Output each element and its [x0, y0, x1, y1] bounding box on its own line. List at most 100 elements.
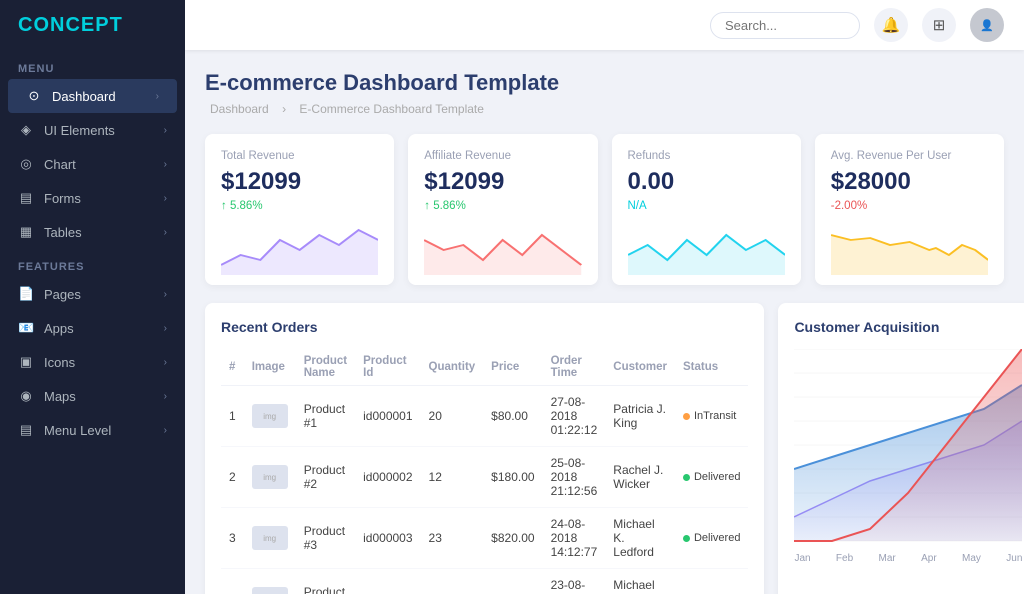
row-image: img [244, 386, 296, 447]
bottom-grid: Recent Orders #ImageProduct NameProduct … [205, 303, 1004, 594]
sidebar-item-label: Chart [44, 157, 76, 172]
user-avatar[interactable]: 👤 [970, 8, 1004, 42]
sidebar-item-ui-elements[interactable]: ◈ UI Elements › [0, 113, 185, 147]
sidebar-item-dashboard[interactable]: ⊙ Dashboard › [8, 79, 177, 113]
orders-table: #ImageProduct NameProduct IdQuantityPric… [221, 349, 748, 594]
col-header-product-name: Product Name [296, 349, 355, 386]
product-image: img [252, 587, 288, 594]
sidebar-icon: ▤ [18, 422, 34, 438]
sidebar-icon: ◎ [18, 156, 34, 172]
app-logo: CONCEPT [0, 0, 185, 51]
table-row: 2 img Product #2 id000002 12 $180.00 25-… [221, 447, 748, 508]
stat-change: N/A [628, 200, 785, 212]
acquisition-x-labels: JanFebMarAprMayJun [794, 553, 1022, 564]
status-dot [683, 413, 690, 420]
menu-section-label: MENU [0, 51, 185, 79]
stat-cards-grid: Total Revenue $12099 ↑ 5.86% Affiliate R… [205, 134, 1004, 285]
row-price: $80.00 [483, 386, 542, 447]
stat-value: $12099 [221, 168, 378, 196]
sidebar-item-label: UI Elements [44, 123, 115, 138]
sidebar-item-chart[interactable]: ◎ Chart › [0, 147, 185, 181]
chevron-icon: › [164, 323, 167, 334]
sidebar-icon: ◉ [18, 388, 34, 404]
sidebar-item-menu-level[interactable]: ▤ Menu Level › [0, 413, 185, 447]
stat-mini-chart [221, 220, 378, 275]
page-title: E-commerce Dashboard Template [205, 70, 1004, 96]
table-row: 3 img Product #3 id000003 23 $820.00 24-… [221, 508, 748, 569]
chevron-icon: › [164, 125, 167, 136]
chevron-icon: › [164, 227, 167, 238]
col-header-quantity: Quantity [421, 349, 484, 386]
stat-card-2: Refunds 0.00 N/A [612, 134, 801, 285]
sidebar-item-label: Apps [44, 321, 74, 336]
row-image: img [244, 508, 296, 569]
stat-value: 0.00 [628, 168, 785, 196]
status-dot [683, 535, 690, 542]
stat-card-1: Affiliate Revenue $12099 ↑ 5.86% [408, 134, 597, 285]
row-quantity: 34 [421, 569, 484, 594]
sidebar: CONCEPT MENU ⊙ Dashboard › ◈ UI Elements… [0, 0, 185, 594]
acquisition-title: Customer Acquisition [794, 319, 1022, 335]
sidebar-item-label: Icons [44, 355, 75, 370]
row-status: InTransit [675, 386, 748, 447]
sidebar-item-forms[interactable]: ▤ Forms › [0, 181, 185, 215]
row-product-id: id000002 [355, 447, 420, 508]
recent-orders-title: Recent Orders [221, 319, 748, 335]
chevron-icon: › [164, 193, 167, 204]
bell-icon: 🔔 [882, 16, 901, 34]
search-input[interactable] [710, 12, 860, 39]
sidebar-icon: ◈ [18, 122, 34, 138]
row-product-id: id000004 [355, 569, 420, 594]
topbar: 🔔 ⊞ 👤 [185, 0, 1024, 50]
status-text: InTransit [694, 410, 736, 422]
sidebar-item-pages[interactable]: 📄 Pages › [0, 277, 185, 311]
row-num: 2 [221, 447, 244, 508]
stat-card-3: Avg. Revenue Per User $28000 -2.00% [815, 134, 1004, 285]
sidebar-item-label: Dashboard [52, 89, 116, 104]
row-status: Delivered [675, 447, 748, 508]
sidebar-item-label: Maps [44, 389, 76, 404]
product-image: img [252, 526, 288, 550]
content-area: E-commerce Dashboard Template Dashboard … [185, 50, 1024, 594]
product-image: img [252, 465, 288, 489]
chevron-icon: › [164, 425, 167, 436]
row-product-name: Product #3 [296, 508, 355, 569]
stat-change: ↑ 5.86% [221, 200, 378, 212]
row-price: $340.00 [483, 569, 542, 594]
notification-bell-button[interactable]: 🔔 [874, 8, 908, 42]
row-status: Delivered [675, 569, 748, 594]
sidebar-item-icons[interactable]: ▣ Icons › [0, 345, 185, 379]
recent-orders-card: Recent Orders #ImageProduct NameProduct … [205, 303, 764, 594]
row-customer: Michael K. Ledford [605, 508, 675, 569]
stat-change: -2.00% [831, 200, 988, 212]
stat-label: Refunds [628, 150, 785, 162]
sidebar-item-apps[interactable]: 📧 Apps › [0, 311, 185, 345]
sidebar-item-tables[interactable]: ▦ Tables › [0, 215, 185, 249]
stat-value: $28000 [831, 168, 988, 196]
row-product-name: Product #4 [296, 569, 355, 594]
row-customer: Patricia J. King [605, 386, 675, 447]
breadcrumb: Dashboard › E-Commerce Dashboard Templat… [205, 102, 1004, 116]
row-status: Delivered [675, 508, 748, 569]
chevron-icon: › [164, 289, 167, 300]
row-price: $180.00 [483, 447, 542, 508]
sidebar-item-maps[interactable]: ◉ Maps › [0, 379, 185, 413]
row-customer: Rachel J. Wicker [605, 447, 675, 508]
row-quantity: 12 [421, 447, 484, 508]
avatar-icon: 👤 [980, 19, 994, 32]
chevron-icon: › [164, 391, 167, 402]
sidebar-item-label: Tables [44, 225, 82, 240]
row-price: $820.00 [483, 508, 542, 569]
breadcrumb-current: E-Commerce Dashboard Template [299, 102, 484, 116]
col-header-order-time: Order Time [543, 349, 606, 386]
stat-label: Avg. Revenue Per User [831, 150, 988, 162]
breadcrumb-home[interactable]: Dashboard [210, 102, 269, 116]
chevron-icon: › [164, 159, 167, 170]
stat-value: $12099 [424, 168, 581, 196]
sidebar-item-label: Forms [44, 191, 81, 206]
row-quantity: 20 [421, 386, 484, 447]
acquisition-chart [794, 349, 1022, 549]
row-customer: Michael K. Ledford [605, 569, 675, 594]
stat-mini-chart [424, 220, 581, 275]
apps-grid-button[interactable]: ⊞ [922, 8, 956, 42]
